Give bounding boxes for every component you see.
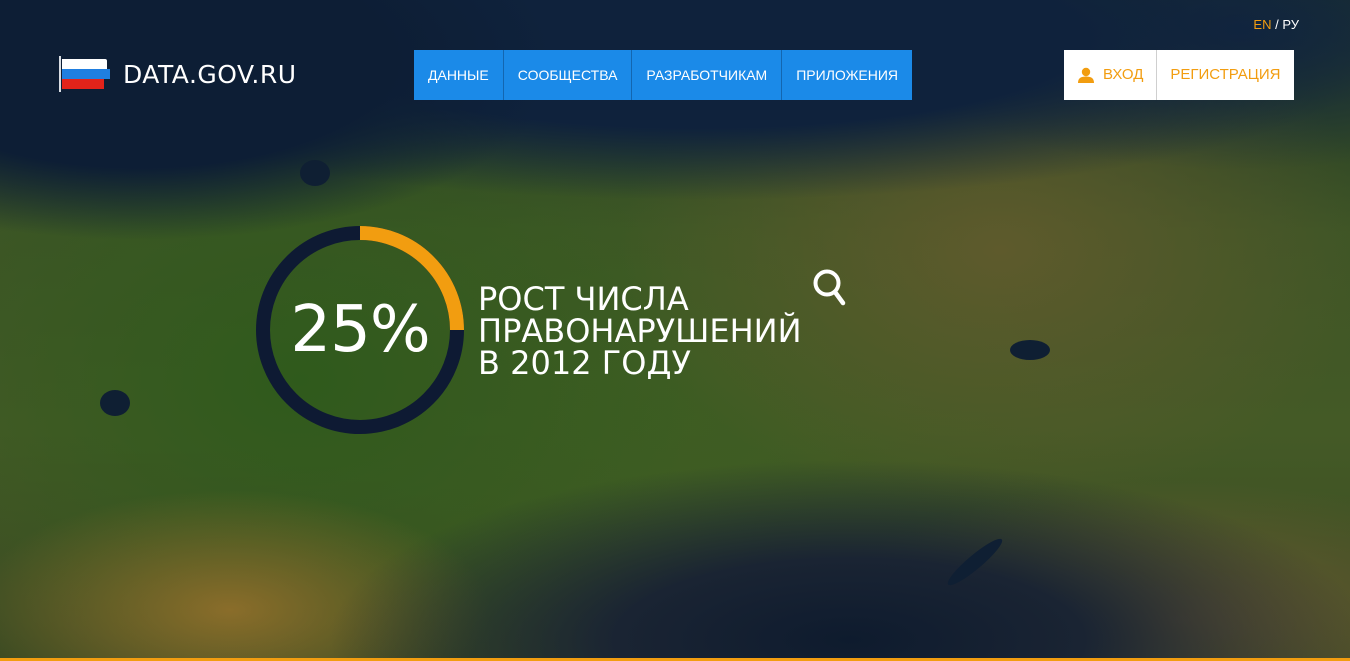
auth-box: ВХОД РЕГИСТРАЦИЯ — [1064, 50, 1294, 100]
stat-widget: 25% — [255, 225, 465, 435]
nav-item-developers[interactable]: РАЗРАБОТЧИКАМ — [632, 50, 783, 100]
language-switch: EN / РУ — [1253, 17, 1299, 32]
nav-item-data[interactable]: ДАННЫЕ — [414, 50, 504, 100]
register-button[interactable]: РЕГИСТРАЦИЯ — [1157, 50, 1293, 100]
site-name: DATA.GOV.RU — [123, 59, 297, 89]
lake — [943, 534, 1007, 590]
login-label: ВХОД — [1103, 66, 1144, 83]
lake — [300, 160, 330, 186]
user-icon — [1078, 67, 1094, 83]
lang-ru-link[interactable]: РУ — [1282, 17, 1299, 32]
site-logo[interactable]: DATA.GOV.RU — [59, 56, 297, 92]
nav-item-apps[interactable]: ПРИЛОЖЕНИЯ — [782, 50, 913, 100]
lang-separator: / — [1275, 17, 1279, 32]
stat-headline: РОСТ ЧИСЛА ПРАВОНАРУШЕНИЙ В 2012 ГОДУ — [478, 283, 802, 379]
main-nav: ДАННЫЕ СООБЩЕСТВА РАЗРАБОТЧИКАМ ПРИЛОЖЕН… — [414, 50, 913, 100]
search-icon — [813, 269, 846, 306]
stat-value: 25% — [290, 293, 430, 367]
russian-flag-icon — [59, 56, 110, 92]
headline-line: РОСТ ЧИСЛА — [478, 280, 689, 318]
headline-line: В 2012 ГОДУ — [478, 344, 691, 382]
search-button[interactable] — [812, 268, 848, 308]
lang-en-link[interactable]: EN — [1253, 17, 1271, 32]
lake — [100, 390, 130, 416]
login-button[interactable]: ВХОД — [1064, 50, 1158, 100]
headline-line: ПРАВОНАРУШЕНИЙ — [478, 312, 802, 350]
lake — [1010, 340, 1050, 360]
nav-item-communities[interactable]: СООБЩЕСТВА — [503, 50, 633, 100]
